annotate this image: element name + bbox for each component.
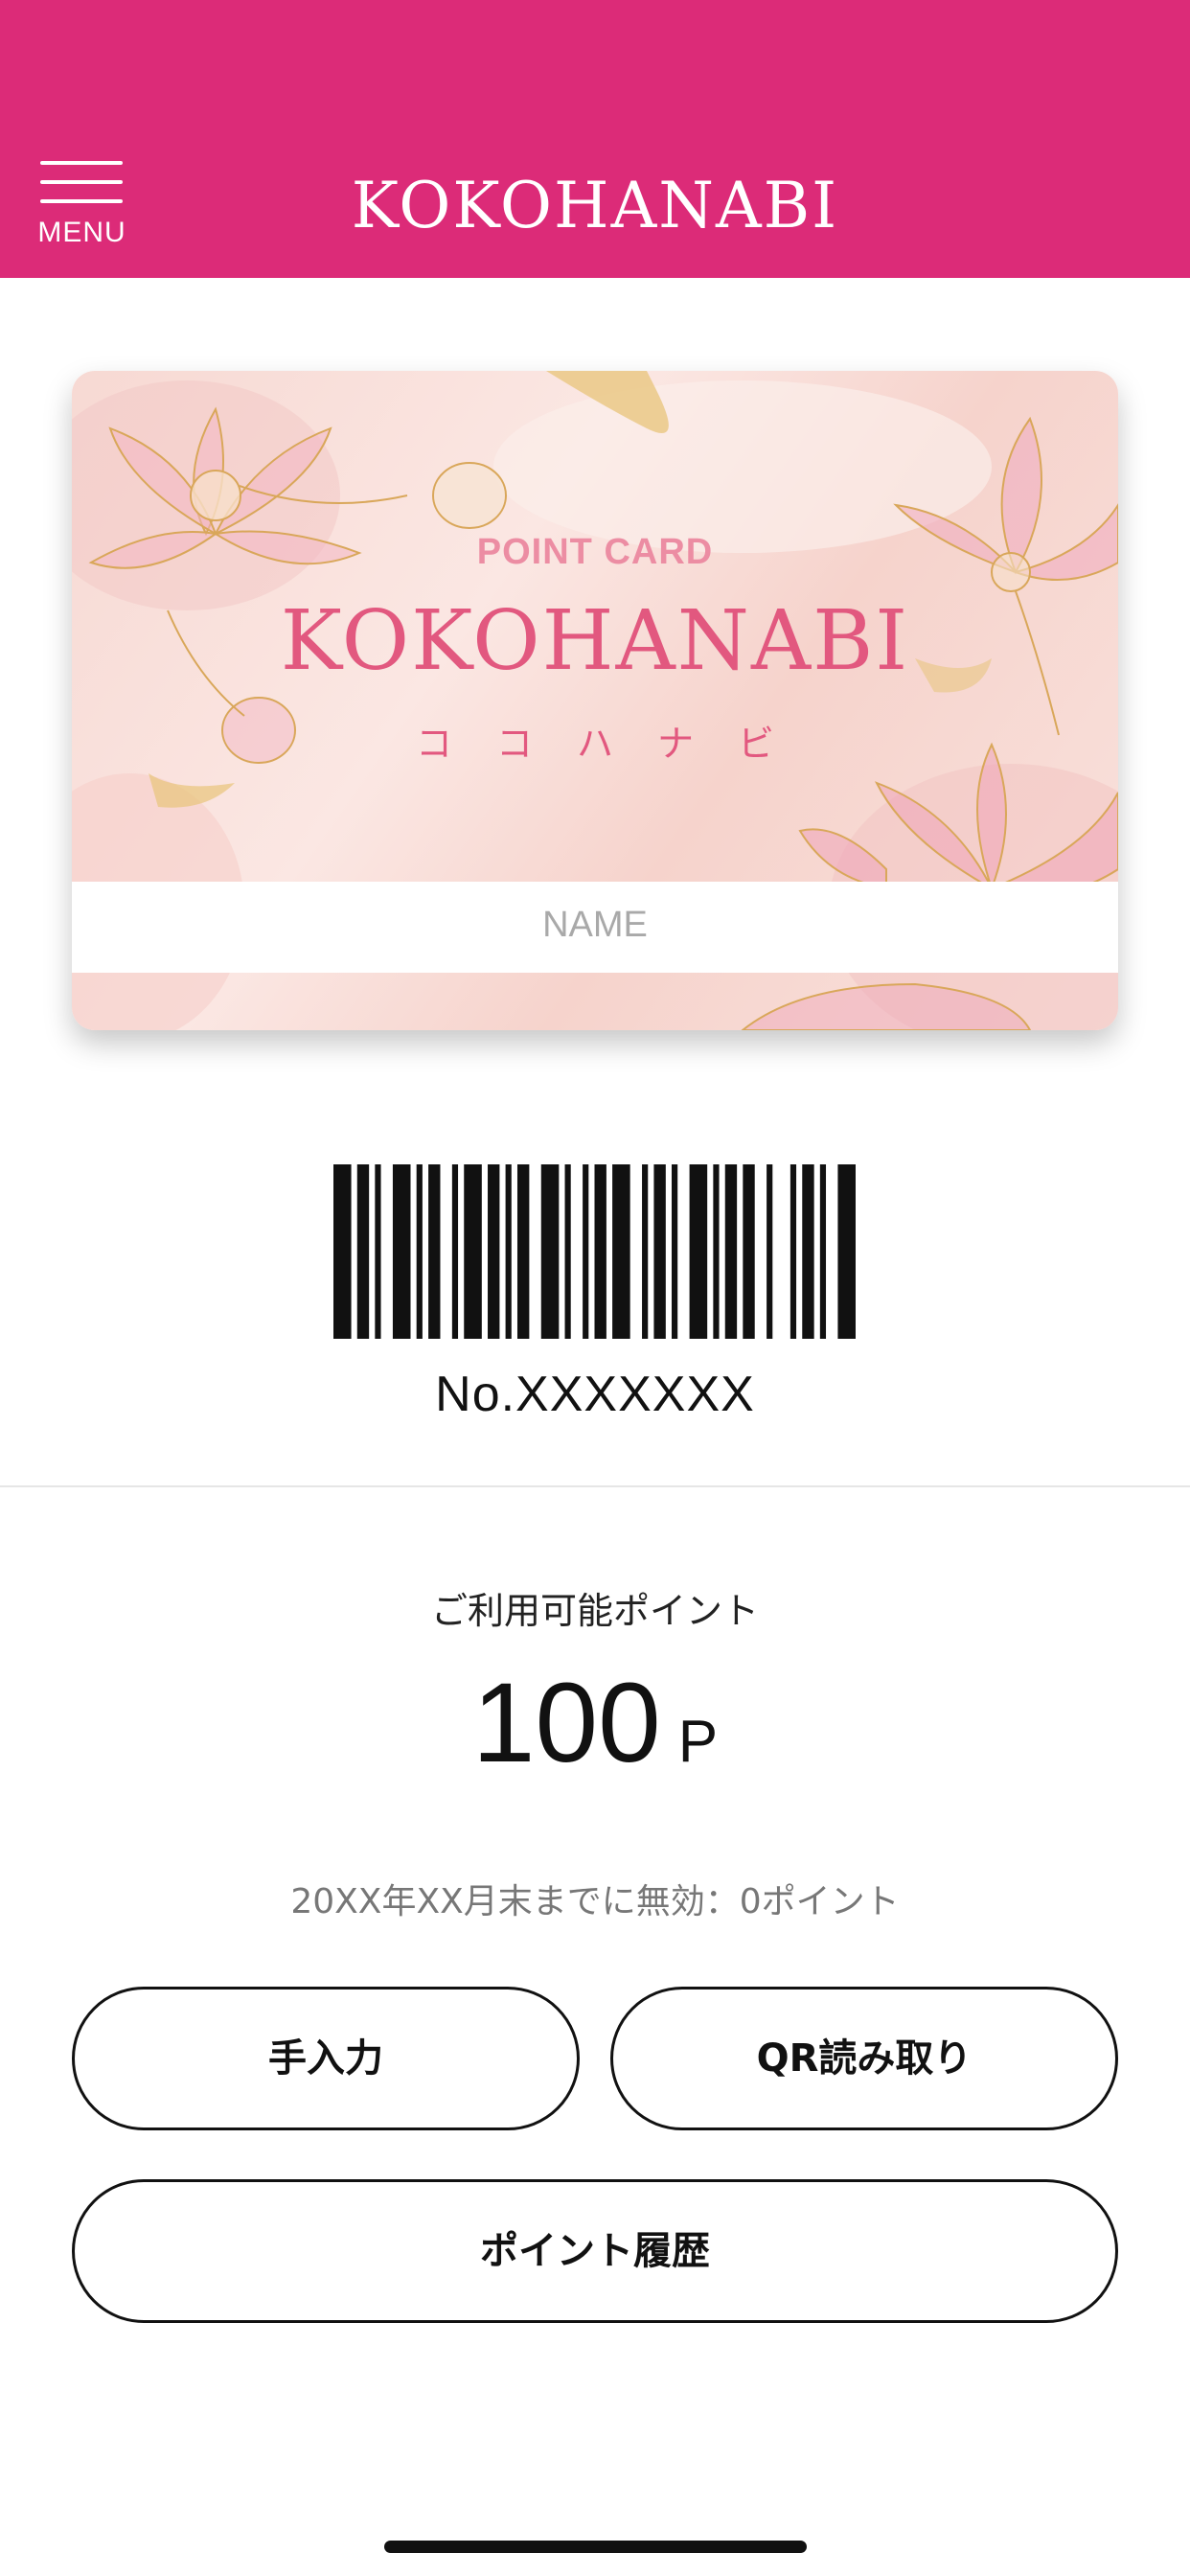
- points-unit: P: [677, 1709, 719, 1775]
- card-title: KOKOHANABI: [280, 593, 910, 689]
- app-header: MENU KOKOHANABI: [0, 0, 1190, 278]
- card-name-placeholder: NAME: [542, 905, 648, 945]
- available-points-label: ご利用可能ポイント: [430, 1590, 759, 1632]
- brand-logo: KOKOHANABI: [351, 169, 839, 242]
- manual-input-button[interactable]: 手入力: [72, 1987, 580, 2130]
- card-subtitle: POINT CARD: [476, 532, 714, 572]
- card-name-field: NAME: [72, 882, 1118, 973]
- points-display: 100 P: [0, 1658, 1190, 1788]
- section-divider: [0, 1485, 1190, 1487]
- expiry-note: 20XX年XX月末までに無効：0ポイント: [290, 1882, 900, 1921]
- qr-scan-button[interactable]: QR読み取り: [610, 1987, 1118, 2130]
- home-indicator: [384, 2541, 807, 2553]
- card-number: No.XXXXXXX: [435, 1367, 755, 1422]
- card-title-kana: ココハナビ: [415, 723, 818, 765]
- barcode: [333, 1164, 856, 1339]
- hamburger-icon: [40, 161, 123, 165]
- point-history-button[interactable]: ポイント履歴: [72, 2179, 1118, 2323]
- points-value: 100: [471, 1660, 661, 1786]
- point-card: POINT CARD KOKOHANABI ココハナビ NAME: [72, 371, 1118, 1030]
